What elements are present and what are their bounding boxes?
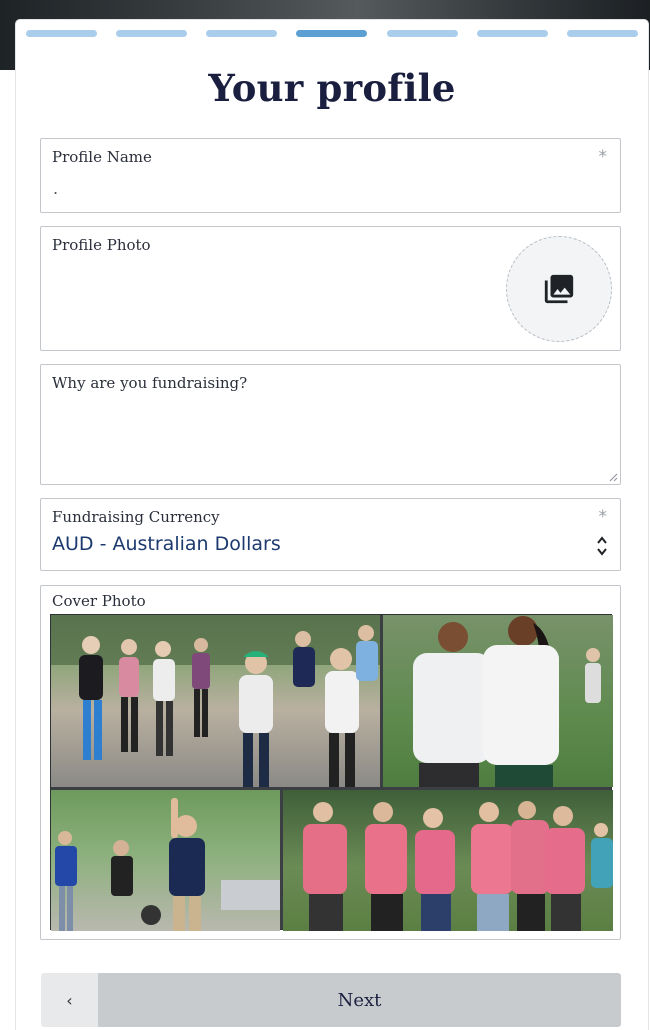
- fundraising-currency-select[interactable]: Fundraising Currency * AUD - Australian …: [40, 498, 621, 571]
- select-arrows-icon: [597, 536, 607, 556]
- form-navigation: ‹ Next: [41, 973, 621, 1027]
- collage-photo-walkers: [51, 615, 380, 787]
- cover-photo-field: Cover Photo: [40, 585, 621, 940]
- progress-step-5: [386, 30, 458, 37]
- profile-photo-label: Profile Photo: [52, 236, 151, 254]
- why-fundraising-textarea[interactable]: Why are you fundraising?: [40, 364, 621, 485]
- progress-step-4: [296, 30, 368, 37]
- page-title: Your profile: [208, 66, 456, 110]
- progress-step-7: [566, 30, 638, 37]
- cover-photo-collage[interactable]: [50, 614, 613, 931]
- photo-library-icon: [544, 274, 574, 304]
- progress-step-2: [116, 30, 188, 37]
- resize-grip-icon[interactable]: [608, 472, 618, 482]
- profile-name-field[interactable]: Profile Name * .: [40, 138, 621, 213]
- required-mark: *: [598, 147, 608, 167]
- progress-step-3: [206, 30, 278, 37]
- currency-selected-value: AUD - Australian Dollars: [52, 533, 281, 555]
- cover-photo-label[interactable]: Cover Photo: [52, 592, 146, 610]
- profile-photo-field: Profile Photo: [40, 226, 621, 351]
- profile-name-label: Profile Name: [52, 148, 152, 166]
- back-button[interactable]: ‹: [41, 973, 98, 1027]
- collage-photo-waving: [51, 790, 280, 931]
- profile-photo-upload-button[interactable]: [506, 236, 612, 342]
- next-button[interactable]: Next: [98, 973, 621, 1027]
- profile-name-input[interactable]: .: [53, 179, 58, 198]
- required-mark: *: [598, 507, 608, 527]
- collage-photo-hug: [383, 615, 613, 787]
- currency-label: Fundraising Currency: [52, 508, 220, 526]
- collage-photo-group: [283, 790, 613, 931]
- why-fundraising-label: Why are you fundraising?: [52, 374, 248, 392]
- progress-step-1: [26, 30, 97, 37]
- step-progress-bar: [26, 30, 638, 38]
- progress-step-6: [476, 30, 548, 37]
